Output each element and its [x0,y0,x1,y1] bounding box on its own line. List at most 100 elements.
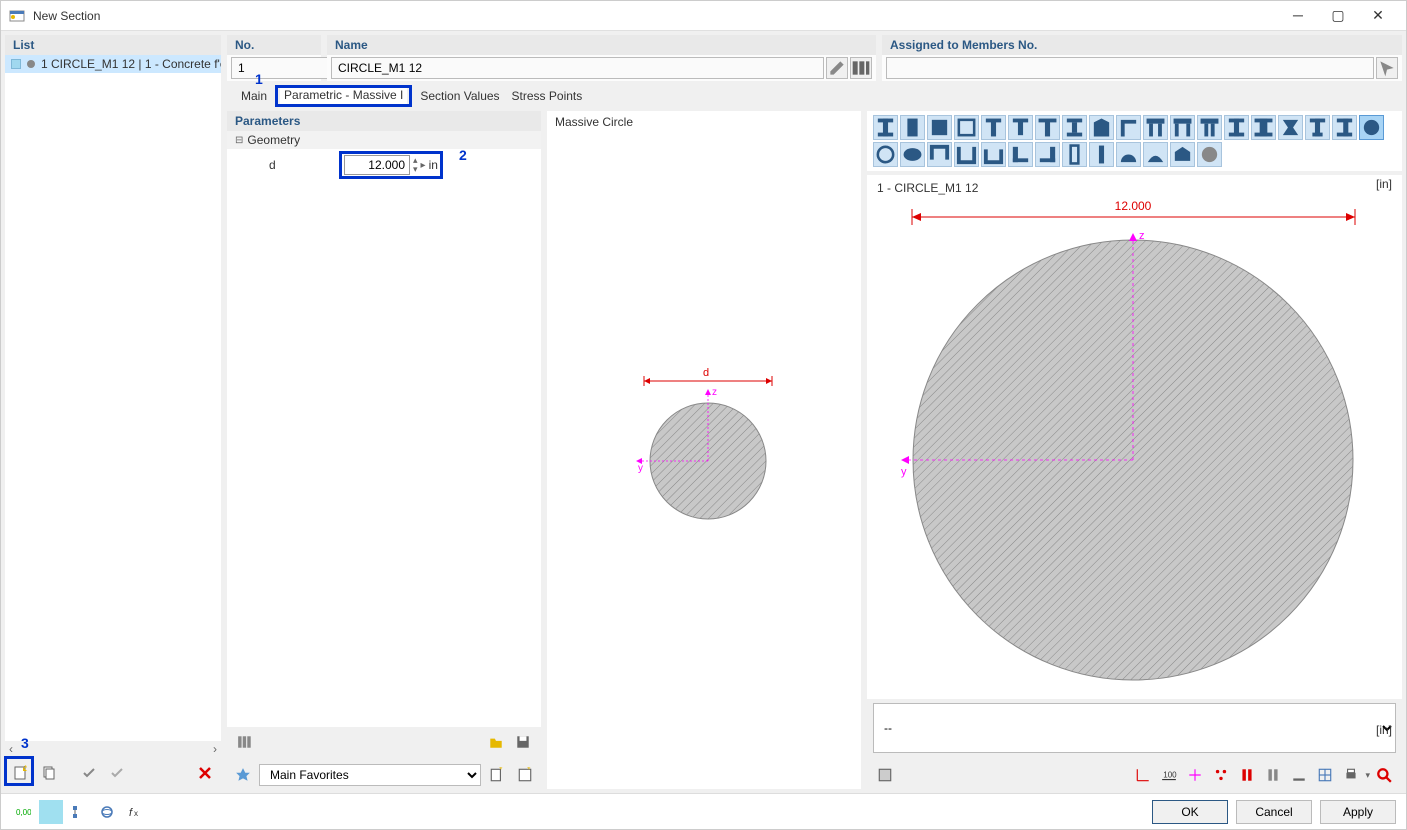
section-icon[interactable] [981,142,1006,167]
tab-parametric[interactable]: Parametric - Massive I [280,88,407,104]
section-icon[interactable] [1305,115,1330,140]
section-icon[interactable] [1170,115,1195,140]
parameters-panel: Parameters ⊟ Geometry d ▴▾ ▸ [227,111,541,757]
section-icon[interactable] [1197,142,1222,167]
minimize-button[interactable]: ─ [1288,7,1308,24]
svg-text:z: z [1139,230,1145,242]
section-icon[interactable] [1008,115,1033,140]
title-bar: New Section ─ ▢ ✕ [1,1,1406,31]
section-icon[interactable] [1008,142,1033,167]
tab-main[interactable]: Main [237,89,271,103]
name-input[interactable] [331,57,824,79]
dim-button[interactable]: 100 [1157,763,1181,787]
stress-button[interactable] [1235,763,1259,787]
axes-button[interactable] [1131,763,1155,787]
svg-text:*: * [24,765,27,773]
geometry-label: Geometry [247,133,300,147]
print-button[interactable] [1339,763,1363,787]
section-icon[interactable] [1116,115,1141,140]
section-icon[interactable] [1143,115,1168,140]
geometry-node[interactable]: ⊟ Geometry [227,131,541,149]
color-swatch [11,59,21,69]
section-icon[interactable] [981,115,1006,140]
color-button[interactable] [39,800,63,824]
section-icon[interactable] [1251,115,1276,140]
collapse-icon[interactable]: ⊟ [235,135,243,146]
section-icon[interactable] [1278,115,1303,140]
tab-section-values[interactable]: Section Values [416,89,503,103]
apply-button[interactable]: Apply [1320,800,1396,824]
tab-stress-points[interactable]: Stress Points [508,89,587,103]
section-icon[interactable] [927,115,952,140]
spinner-icon[interactable]: ▴▾ [413,156,418,174]
favorites-select[interactable]: Main Favorites [259,764,481,786]
arrow-icon[interactable]: ▸ [421,160,426,171]
open-button[interactable] [484,730,508,754]
new-button[interactable]: * [9,761,33,785]
section-icon[interactable] [1089,115,1114,140]
fx-button[interactable]: fx [123,800,147,824]
edit-name-button[interactable] [826,57,848,79]
fav-add-button[interactable]: * [485,763,509,787]
section-icon[interactable] [1170,142,1195,167]
axis-button[interactable] [1183,763,1207,787]
section-icon-circle[interactable] [1359,115,1384,140]
big-preview: 1 - CIRCLE_M1 12 12.000 [867,175,1402,699]
d-input[interactable] [344,155,410,175]
units-button[interactable]: 0,00 [11,800,35,824]
section-icon[interactable] [1062,115,1087,140]
h-scrollbar[interactable]: ‹› [5,741,221,757]
section-icon[interactable] [1116,142,1141,167]
save-button[interactable] [511,730,535,754]
section-icon[interactable] [1197,115,1222,140]
section-icon[interactable] [1035,115,1060,140]
name-label: Name [327,35,876,55]
section-icon[interactable] [954,142,979,167]
status-select[interactable]: -- [873,703,1396,753]
points-button[interactable] [1209,763,1233,787]
section-icon[interactable] [873,142,898,167]
section-icon[interactable] [1089,142,1114,167]
list-header: List [5,35,221,55]
assigned-input[interactable] [886,57,1374,79]
section-icon[interactable] [1062,142,1087,167]
window-title: New Section [33,9,1288,23]
maximize-button[interactable]: ▢ [1328,7,1348,24]
svg-text:y: y [638,463,643,474]
section-icon[interactable] [927,142,952,167]
stress2-button[interactable] [1261,763,1285,787]
copy-button[interactable] [37,761,61,785]
tree-button[interactable] [67,800,91,824]
fav-new-button[interactable]: * [513,763,537,787]
section-icon[interactable] [954,115,979,140]
cancel-button[interactable]: Cancel [1236,800,1312,824]
section-icon[interactable] [900,115,925,140]
list-panel: List 1 CIRCLE_M1 12 | 1 - Concrete f'c =… [5,35,221,789]
delete-button[interactable] [193,761,217,785]
section-icon[interactable] [1224,115,1249,140]
bottom-button[interactable] [1287,763,1311,787]
list-item[interactable]: 1 CIRCLE_M1 12 | 1 - Concrete f'c = 40 [5,55,221,73]
ok-button[interactable]: OK [1152,800,1228,824]
app-icon [9,8,25,24]
close-button[interactable]: ✕ [1368,7,1388,24]
refresh-view-button[interactable] [873,763,897,787]
section-icon[interactable] [873,115,898,140]
unit-label: [in] [1376,723,1392,737]
section-icon[interactable] [900,142,925,167]
svg-text:12.000: 12.000 [1115,199,1152,213]
zoom-button[interactable] [1372,763,1396,787]
check2-button[interactable] [105,761,129,785]
check-button[interactable] [77,761,101,785]
tabs-row: Main Parametric - Massive I Section Valu… [227,85,1402,107]
library-button[interactable] [850,57,872,79]
info-button[interactable] [233,730,257,754]
pick-button[interactable] [1376,57,1398,79]
globe-button[interactable] [95,800,119,824]
section-icon[interactable] [1035,142,1060,167]
star-icon[interactable] [231,763,255,787]
bottom-bar: 0,00 fx OK Cancel Apply [1,793,1406,829]
grid-button[interactable] [1313,763,1337,787]
section-icon[interactable] [1332,115,1357,140]
section-icon[interactable] [1143,142,1168,167]
